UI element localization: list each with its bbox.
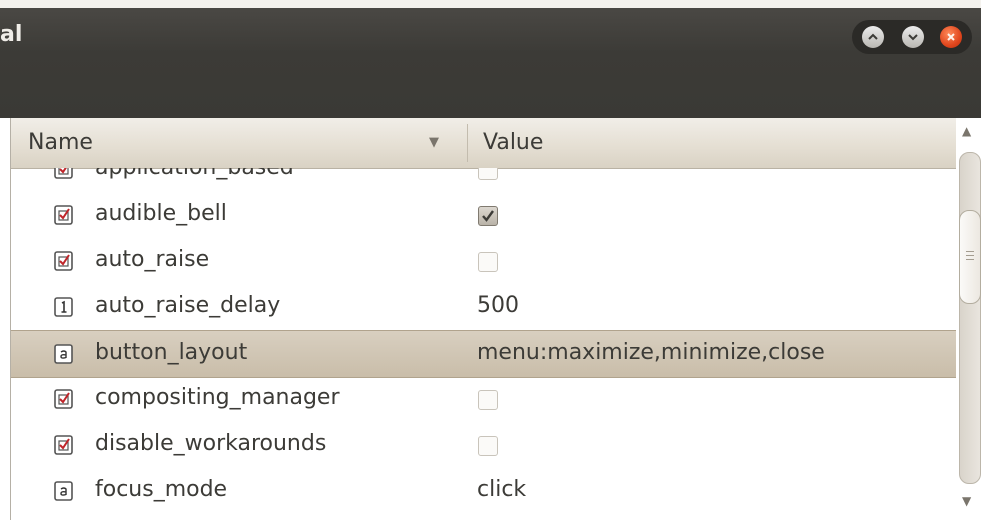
key-name: disable_workarounds xyxy=(95,431,327,456)
key-name: audible_bell xyxy=(95,201,227,226)
column-separator[interactable] xyxy=(467,124,468,162)
table-row[interactable]: audible_bell xyxy=(11,192,956,238)
thumb-grip xyxy=(966,259,974,260)
keys-tree-view[interactable]: Name ▼ Value application_based audible_b… xyxy=(10,118,956,520)
sort-arrow-icon[interactable]: ▼ xyxy=(429,135,439,150)
close-icon[interactable] xyxy=(940,26,962,48)
value-checkbox-checked[interactable] xyxy=(478,206,498,226)
thumb-grip xyxy=(966,255,974,256)
string-key-icon xyxy=(54,344,73,364)
key-name: auto_raise xyxy=(95,247,210,272)
thumb-grip xyxy=(966,251,974,252)
bool-key-icon xyxy=(54,251,73,271)
column-header-value[interactable]: Value xyxy=(483,130,543,155)
value-checkbox[interactable] xyxy=(478,252,498,272)
key-value[interactable]: 500 xyxy=(477,293,519,318)
table-row[interactable]: auto_raise_delay 500 xyxy=(11,284,956,330)
scroll-down-arrow-icon[interactable]: ▼ xyxy=(962,494,971,508)
key-value[interactable]: click xyxy=(477,477,526,502)
window-title: al xyxy=(0,22,23,47)
table-row[interactable]: auto_raise xyxy=(11,238,956,284)
minimize-icon[interactable] xyxy=(902,26,924,48)
table-row[interactable]: disable_workarounds xyxy=(11,422,956,468)
table-row[interactable]: compositing_manager xyxy=(11,376,956,422)
vertical-scrollbar[interactable]: ▲ ▼ xyxy=(957,118,981,520)
scrollbar-trough[interactable] xyxy=(959,152,981,484)
string-key-icon xyxy=(54,481,73,501)
key-name: application_based xyxy=(95,168,294,180)
table-row[interactable]: focus_mode click xyxy=(11,468,956,514)
column-header-name[interactable]: Name xyxy=(28,130,93,155)
bool-key-icon xyxy=(54,205,73,225)
table-row[interactable]: application_based xyxy=(11,168,956,192)
window-controls xyxy=(852,20,972,54)
tree-header: Name ▼ Value xyxy=(11,118,956,169)
scrollbar-thumb[interactable] xyxy=(959,210,981,304)
value-checkbox[interactable] xyxy=(478,436,498,456)
bool-key-icon xyxy=(54,389,73,409)
value-checkbox[interactable] xyxy=(478,168,498,180)
maximize-icon[interactable] xyxy=(862,26,884,48)
bool-key-icon xyxy=(54,168,73,179)
scroll-up-arrow-icon[interactable]: ▲ xyxy=(962,124,971,138)
value-checkbox[interactable] xyxy=(478,390,498,410)
key-name: compositing_manager xyxy=(95,385,340,410)
key-value[interactable]: menu:maximize,minimize,close xyxy=(477,340,825,365)
key-name: auto_raise_delay xyxy=(95,293,281,318)
top-strip xyxy=(0,0,981,8)
int-key-icon xyxy=(54,297,73,317)
window-titlebar[interactable]: al xyxy=(0,8,981,118)
key-name: button_layout xyxy=(95,340,248,365)
content-area: Name ▼ Value application_based audible_b… xyxy=(0,118,981,520)
tree-rows: application_based audible_bell auto_rais… xyxy=(11,168,956,520)
bool-key-icon xyxy=(54,435,73,455)
key-name: focus_mode xyxy=(95,477,228,502)
table-row-selected[interactable]: button_layout menu:maximize,minimize,clo… xyxy=(11,330,956,378)
